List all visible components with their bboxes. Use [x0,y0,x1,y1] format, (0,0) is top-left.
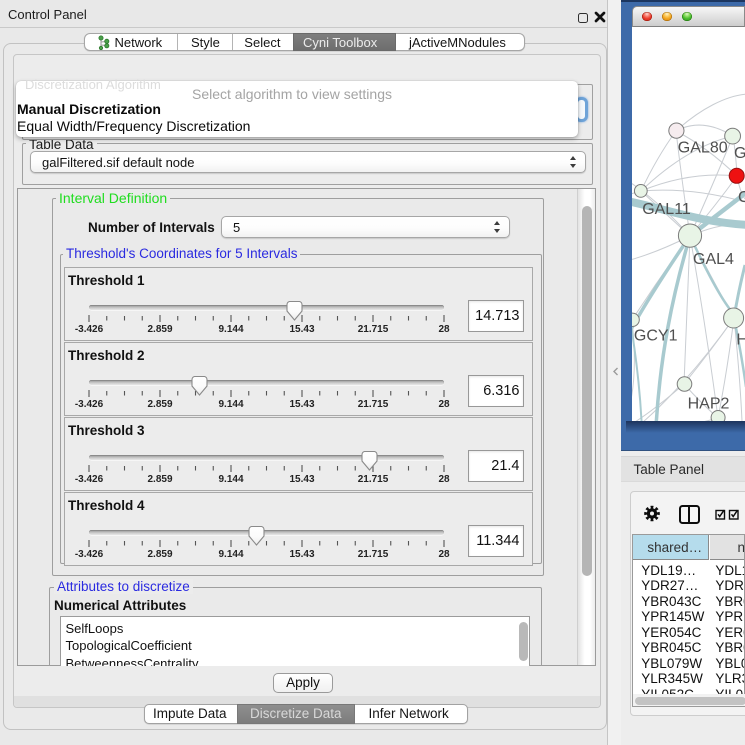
svg-text:GAL80: GAL80 [677,139,727,156]
svg-text:GA: GA [734,145,745,162]
svg-text:GAL11: GAL11 [642,201,691,218]
svg-text:H: H [736,331,745,348]
svg-text:C: C [738,189,745,206]
svg-text:HAP2: HAP2 [687,395,729,412]
svg-text:GCY1: GCY1 [633,327,677,344]
svg-text:GAL4: GAL4 [693,251,734,268]
